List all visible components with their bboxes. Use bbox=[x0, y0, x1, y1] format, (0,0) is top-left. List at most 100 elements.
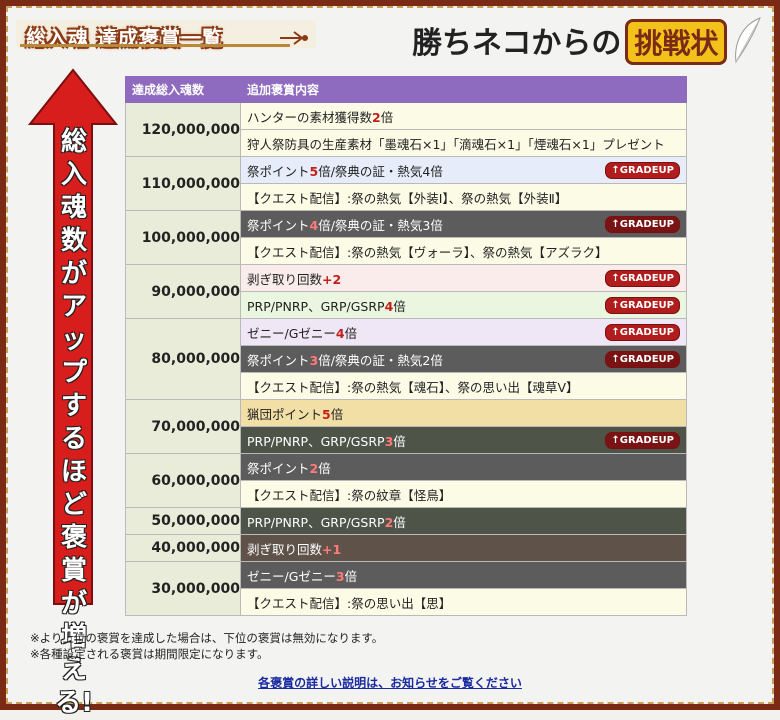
reward-cell: PRP/PNRP、GRP/GSRP4倍 ↑GRADEUP bbox=[240, 291, 687, 319]
reward-cell: 狩人祭防具の生産素材「墨魂石×1」「滴魂石×1」「煙魂石×1」プレゼント bbox=[240, 129, 687, 157]
gradeup-badge: ↑GRADEUP bbox=[605, 297, 680, 314]
tier-count: 30,000,000 bbox=[125, 561, 241, 616]
gradeup-badge: ↑GRADEUP bbox=[605, 351, 680, 368]
reward-text: 【クエスト配信】:祭の思い出【思】 bbox=[247, 595, 452, 611]
reward-cell: 【クエスト配信】:祭の熱気【魂石】、祭の思い出【魂草Ⅴ】 bbox=[240, 372, 687, 400]
reward-cell: 祭ポイント4倍/祭典の証・熱気3倍 ↑GRADEUP bbox=[240, 210, 687, 238]
reward-text: 剥ぎ取り回数 bbox=[247, 541, 323, 557]
gradeup-badge: ↑GRADEUP bbox=[605, 216, 680, 233]
table-row: 50,000,000 PRP/PNRP、GRP/GSRP2倍 bbox=[125, 507, 687, 535]
reward-text: 狩人祭防具の生産素材「墨魂石×1」「滴魂石×1」「煙魂石×1」プレゼント bbox=[247, 136, 665, 152]
reward-text: 【クエスト配信】:祭の熱気【ヴォーラ】、祭の熱気【アズラク】 bbox=[247, 244, 608, 260]
details-link[interactable]: 各褒賞の詳しい説明は、お知らせをご覧ください bbox=[0, 674, 780, 691]
table-header-row: 達成総入魂数 追加褒賞内容 bbox=[125, 76, 687, 103]
reward-multiplier: 3 bbox=[335, 568, 345, 584]
reward-text: 【クエスト配信】:祭の熱気【魂石】、祭の思い出【魂草Ⅴ】 bbox=[247, 379, 579, 395]
rewards-body: 120,000,000 ハンターの素材獲得数2倍 狩人祭防具の生産素材「墨魂石×1」… bbox=[125, 102, 687, 616]
reward-text: 倍/祭典の証・熱気2倍 bbox=[318, 352, 443, 368]
reward-cell: ゼニー/Gゼニー4倍 ↑GRADEUP bbox=[240, 318, 687, 346]
quill-icon bbox=[735, 17, 761, 64]
tier-count: 90,000,000 bbox=[125, 264, 241, 319]
reward-text: 【クエスト配信】:祭の熱気【外装Ⅰ】、祭の熱気【外装Ⅱ】 bbox=[247, 190, 568, 206]
gradeup-badge: ↑GRADEUP bbox=[605, 270, 680, 287]
table-row: 40,000,000 剥ぎ取り回数+1 bbox=[125, 534, 687, 562]
reward-text: 倍/祭典の証・熱気3倍 bbox=[318, 217, 443, 233]
table-row: 110,000,000 祭ポイント5倍/祭典の証・熱気4倍 ↑GRADEUP bbox=[125, 156, 687, 211]
reward-cell: 【クエスト配信】:祭の紋章【怪鳥】 bbox=[240, 480, 687, 508]
reward-text: 倍 bbox=[380, 109, 394, 125]
notes: ※より上位の褒賞を達成した場合は、下位の褒賞は無効になります。 ※各種設定される… bbox=[30, 630, 383, 662]
reward-text: PRP/PNRP、GRP/GSRP bbox=[247, 433, 385, 449]
reward-cell: ハンターの素材獲得数2倍 bbox=[240, 102, 687, 130]
challenge-title: 勝ちネコからの 挑戦状 bbox=[412, 18, 728, 68]
reward-cell: ゼニー/Gゼニー3倍 bbox=[240, 561, 687, 589]
reward-cell: 【クエスト配信】:祭の思い出【思】 bbox=[240, 588, 687, 616]
reward-cell: 祭ポイント5倍/祭典の証・熱気4倍 ↑GRADEUP bbox=[240, 156, 687, 184]
reward-text: 【クエスト配信】:祭の紋章【怪鳥】 bbox=[247, 487, 452, 503]
column-header-count: 達成総入魂数 bbox=[125, 76, 241, 103]
paw-icon bbox=[280, 31, 308, 45]
gradeup-badge: ↑GRADEUP bbox=[605, 432, 680, 449]
reward-text: ゼニー/Gゼニー bbox=[247, 568, 336, 584]
reward-cell: 【クエスト配信】:祭の熱気【ヴォーラ】、祭の熱気【アズラク】 bbox=[240, 237, 687, 265]
rewards-table: 達成総入魂数 追加褒賞内容 120,000,000 ハンターの素材獲得数2倍 狩人祭… bbox=[125, 76, 687, 616]
tier-count: 70,000,000 bbox=[125, 399, 241, 454]
table-row: 30,000,000 ゼニー/Gゼニー3倍 bbox=[125, 561, 687, 616]
reward-cell: 祭ポイント2倍 bbox=[240, 453, 687, 481]
reward-text: 倍 bbox=[393, 433, 406, 449]
column-header-reward: 追加褒賞内容 bbox=[240, 76, 687, 103]
reward-cell: 剥ぎ取り回数+2 ↑GRADEUP bbox=[240, 264, 687, 292]
reward-text: 倍 bbox=[393, 298, 406, 314]
reward-multiplier: 3 bbox=[309, 352, 319, 368]
tier-count: 40,000,000 bbox=[125, 534, 241, 562]
note-line: ※より上位の褒賞を達成した場合は、下位の褒賞は無効になります。 bbox=[30, 631, 384, 645]
reward-text: 祭ポイント bbox=[247, 163, 310, 179]
challenge-title-badge: 挑戦状 bbox=[625, 19, 728, 65]
tier-count: 120,000,000 bbox=[125, 102, 241, 157]
table-row: 100,000,000 祭ポイント4倍/祭典の証・熱気3倍 ↑GRADEUP bbox=[125, 210, 687, 265]
reward-text: ハンターの素材獲得数 bbox=[247, 109, 373, 125]
reward-text: PRP/PNRP、GRP/GSRP bbox=[247, 514, 385, 530]
reward-text: 倍 bbox=[344, 325, 358, 341]
table-row: 70,000,000 猟団ポイント5倍 bbox=[125, 399, 687, 454]
reward-text: 祭ポイント bbox=[247, 217, 310, 233]
table-row: 90,000,000 剥ぎ取り回数+2 ↑GRADEUP bbox=[125, 264, 687, 319]
reward-cell: 【クエスト配信】:祭の熱気【外装Ⅰ】、祭の熱気【外装Ⅱ】 bbox=[240, 183, 687, 211]
reward-multiplier: 4 bbox=[309, 217, 319, 233]
reward-text: 倍 bbox=[344, 568, 358, 584]
reward-text: 倍 bbox=[330, 406, 344, 422]
reward-multiplier: +2 bbox=[322, 271, 342, 287]
reward-text: 祭ポイント bbox=[247, 352, 310, 368]
reward-text: 祭ポイント bbox=[247, 460, 310, 476]
reward-text: 倍/祭典の証・熱気4倍 bbox=[318, 163, 443, 179]
reward-text: ゼニー/Gゼニー bbox=[247, 325, 336, 341]
note-line: ※各種設定される褒賞は期間限定になります。 bbox=[30, 647, 269, 661]
challenge-title-main: 勝ちネコからの bbox=[412, 26, 622, 61]
reward-multiplier: 4 bbox=[335, 325, 345, 341]
reward-multiplier: 4 bbox=[384, 298, 394, 314]
reward-text: 倍 bbox=[393, 514, 406, 530]
reward-multiplier: +1 bbox=[322, 541, 342, 557]
reward-text: PRP/PNRP、GRP/GSRP bbox=[247, 298, 385, 314]
reward-multiplier: 2 bbox=[309, 460, 319, 476]
table-row: 120,000,000 ハンターの素材獲得数2倍 bbox=[125, 102, 687, 157]
reward-cell: PRP/PNRP、GRP/GSRP2倍 bbox=[240, 507, 687, 535]
reward-multiplier: 3 bbox=[384, 433, 394, 449]
table-row: 80,000,000 ゼニー/Gゼニー4倍 ↑GRADEUP bbox=[125, 318, 687, 400]
reward-multiplier: 2 bbox=[384, 514, 394, 530]
tier-count: 100,000,000 bbox=[125, 210, 241, 265]
reward-cell: 祭ポイント3倍/祭典の証・熱気2倍 ↑GRADEUP bbox=[240, 345, 687, 373]
tier-count: 60,000,000 bbox=[125, 453, 241, 508]
title-underline bbox=[20, 44, 290, 47]
reward-multiplier: 5 bbox=[322, 406, 331, 422]
reward-text: 猟団ポイント bbox=[247, 406, 323, 422]
reward-cell: PRP/PNRP、GRP/GSRP3倍 ↑GRADEUP bbox=[240, 426, 687, 454]
table-row: 60,000,000 祭ポイント2倍 bbox=[125, 453, 687, 508]
tier-count: 80,000,000 bbox=[125, 318, 241, 400]
gradeup-badge: ↑GRADEUP bbox=[605, 162, 680, 179]
reward-cell: 剥ぎ取り回数+1 bbox=[240, 534, 687, 562]
tier-count: 50,000,000 bbox=[125, 507, 241, 535]
reward-cell: 猟団ポイント5倍 bbox=[240, 399, 687, 427]
reward-multiplier: 2 bbox=[372, 109, 381, 125]
reward-multiplier: 5 bbox=[309, 163, 319, 179]
